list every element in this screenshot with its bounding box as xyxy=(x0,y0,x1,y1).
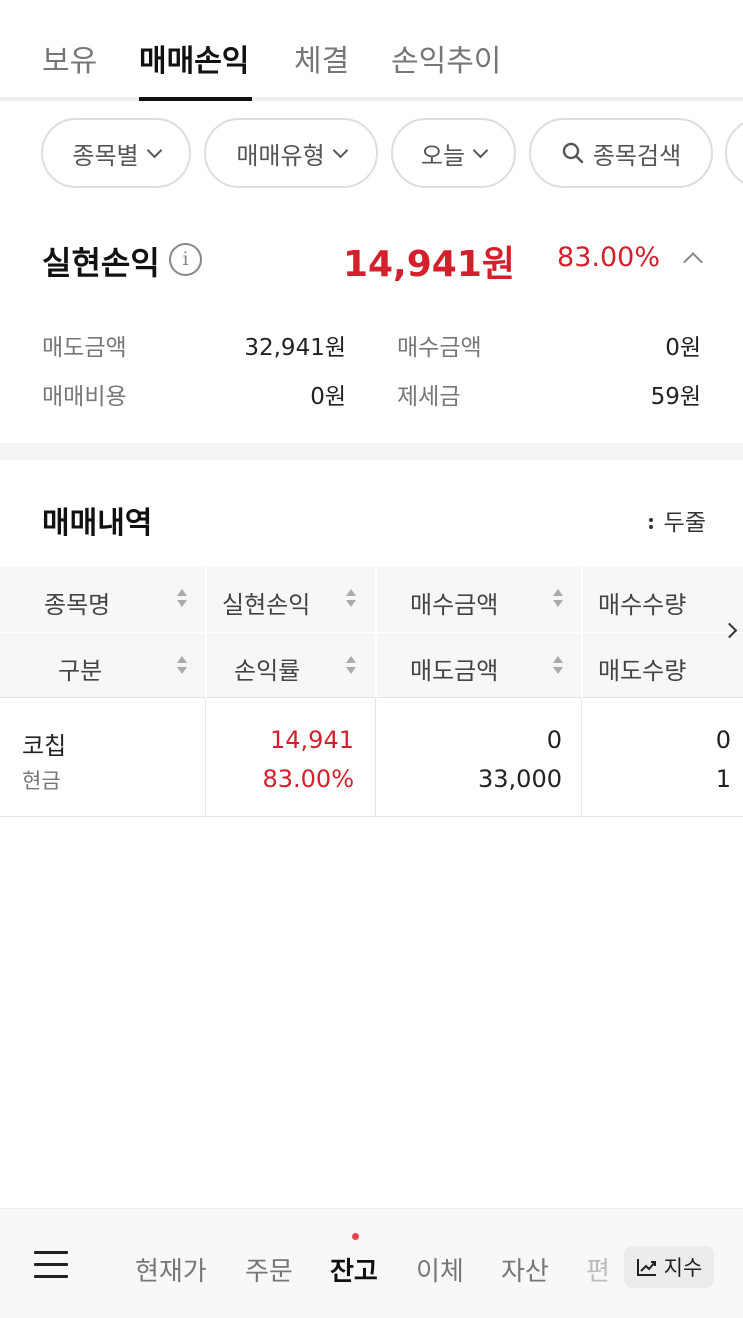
row-stock-name: 코칩 xyxy=(22,732,67,760)
nav-edit[interactable]: 편 xyxy=(586,1251,610,1288)
filter-trade-type-button[interactable]: 매매유형 xyxy=(204,118,378,188)
header-buy-amount[interactable]: 매수금액 xyxy=(410,585,498,620)
table-row[interactable]: 코칩 현금 14,941 83.00% 0 33,000 0 1 xyxy=(0,698,743,817)
bottom-navigation: 현재가 주문 잔고 이체 자산 편 지수 xyxy=(0,1208,743,1318)
filter-by-stock-label: 종목별 xyxy=(72,141,139,170)
search-icon xyxy=(562,142,584,164)
nav-current-price[interactable]: 현재가 xyxy=(135,1251,207,1288)
trade-cost-label: 매매비용 xyxy=(42,384,127,410)
row-sell-qty: 1 xyxy=(715,765,731,793)
sell-amount-value: 32,941원 xyxy=(244,335,346,361)
row-mode-label: 두줄 xyxy=(663,510,706,536)
column-divider xyxy=(205,698,206,817)
chevron-right-icon[interactable] xyxy=(721,622,738,639)
sort-icon[interactable] xyxy=(552,589,564,609)
tab-executions[interactable]: 체결 xyxy=(294,36,349,80)
row-buy-amount: 0 xyxy=(546,726,562,754)
column-divider xyxy=(375,567,377,698)
sort-icon[interactable] xyxy=(176,589,188,609)
index-button-label: 지수 xyxy=(663,1256,703,1280)
column-divider xyxy=(205,567,207,698)
column-divider xyxy=(375,698,376,817)
row-buy-qty: 0 xyxy=(715,726,731,754)
filter-by-stock-button[interactable]: 종목별 xyxy=(41,118,191,188)
header-type[interactable]: 구분 xyxy=(58,651,102,686)
chevron-down-icon xyxy=(146,142,162,158)
realized-pl-title: 실현손익 xyxy=(42,244,160,282)
tax-label: 제세금 xyxy=(397,384,461,410)
buy-amount-value: 0원 xyxy=(665,335,701,361)
header-sell-qty[interactable]: 매도수량 xyxy=(598,651,686,686)
chevron-up-icon[interactable] xyxy=(683,252,703,272)
active-tab-indicator xyxy=(139,97,252,101)
stock-search-button[interactable]: 종목검색 xyxy=(529,118,713,188)
row-pl-rate: 83.00% xyxy=(262,765,354,793)
stock-search-label: 종목검색 xyxy=(592,141,682,170)
buy-amount-label: 매수금액 xyxy=(397,335,482,361)
nav-assets[interactable]: 자산 xyxy=(501,1251,549,1288)
row-mode-toggle[interactable]: 두줄 xyxy=(648,503,706,537)
index-button[interactable]: 지수 xyxy=(624,1246,714,1288)
sort-icon[interactable] xyxy=(345,656,357,676)
row-sell-amount: 33,000 xyxy=(478,765,562,793)
tab-trading-pl[interactable]: 매매손익 xyxy=(139,36,249,80)
realized-pl-amount: 14,941원 xyxy=(342,244,515,285)
trade-cost-value: 0원 xyxy=(310,384,346,410)
section-divider xyxy=(0,443,743,460)
chevron-down-icon xyxy=(472,142,489,158)
column-divider xyxy=(581,698,582,817)
sort-icon[interactable] xyxy=(552,656,564,676)
filter-more-chip[interactable] xyxy=(725,118,743,188)
realized-pl-rate: 83.00% xyxy=(557,242,660,273)
chevron-down-icon xyxy=(332,142,348,158)
sell-amount-label: 매도금액 xyxy=(42,335,127,361)
trade-history-title: 매매내역 xyxy=(42,506,153,541)
header-stock-name[interactable]: 종목명 xyxy=(44,585,110,620)
filter-chip-row: 종목별 매매유형 오늘 종목검색 xyxy=(0,118,743,190)
header-realized-pl[interactable]: 실현손익 xyxy=(222,585,310,620)
header-buy-qty[interactable]: 매수수량 xyxy=(598,585,686,620)
tab-pl-trend[interactable]: 손익추이 xyxy=(391,36,501,80)
header-pl-rate[interactable]: 손익률 xyxy=(234,651,300,686)
filter-trade-type-label: 매매유형 xyxy=(236,141,325,170)
sort-icon[interactable] xyxy=(176,656,188,676)
nav-order[interactable]: 주문 xyxy=(245,1251,293,1288)
menu-icon[interactable] xyxy=(34,1251,68,1279)
header-row-divider xyxy=(0,632,743,633)
header-sell-amount[interactable]: 매도금액 xyxy=(410,651,498,686)
filter-period-button[interactable]: 오늘 xyxy=(391,118,516,188)
table-header: 종목명 실현손익 매수금액 매수수량 구분 손익률 매도금액 매도수량 xyxy=(0,567,743,698)
nav-transfer[interactable]: 이체 xyxy=(416,1251,464,1288)
notification-dot xyxy=(352,1233,359,1240)
top-tab-bar: 보유 매매손익 체결 손익추이 xyxy=(0,0,743,101)
column-divider xyxy=(581,567,583,698)
row-trade-type: 현금 xyxy=(22,769,61,793)
nav-balance[interactable]: 잔고 xyxy=(330,1251,378,1288)
tax-value: 59원 xyxy=(650,384,701,410)
trend-chart-icon xyxy=(636,1259,656,1276)
tab-holdings[interactable]: 보유 xyxy=(42,36,97,80)
filter-period-label: 오늘 xyxy=(420,141,466,170)
more-vertical-icon xyxy=(648,515,654,532)
sort-icon[interactable] xyxy=(345,589,357,609)
info-icon[interactable]: i xyxy=(169,243,202,276)
row-realized-pl: 14,941 xyxy=(270,726,354,754)
